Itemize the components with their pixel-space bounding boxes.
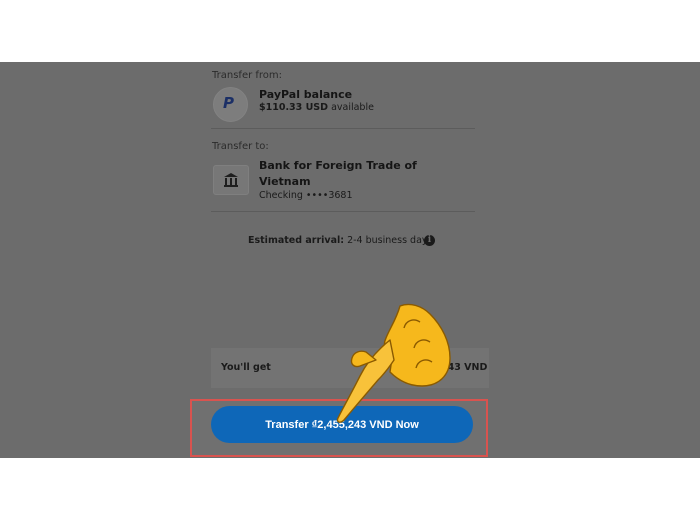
bank-account-detail: Checking ••••3681 [259,190,353,201]
youll-get-label: You'll get [221,362,271,373]
transfer-from-label: Transfer from: [212,70,283,81]
source-account-name: PayPal balance [259,88,353,101]
bank-name-line2: Vietnam [259,175,311,188]
bank-name-line1: Bank for Foreign Trade of [259,159,417,172]
pointing-hand-icon [336,303,451,423]
bank-icon [213,165,249,195]
divider [211,211,475,212]
divider [211,128,475,129]
balance-suffix: available [331,102,374,113]
info-icon[interactable]: i [424,235,435,246]
arrival-label: Estimated arrival: [248,235,345,246]
arrival-value: 2-4 business days [347,235,433,246]
source-balance: $110.33 USD available [259,102,374,113]
balance-amount: $110.33 USD [259,102,329,113]
transfer-to-label: Transfer to: [212,141,269,152]
paypal-icon: P [213,87,248,122]
estimated-arrival: Estimated arrival: 2-4 business days [248,235,432,246]
